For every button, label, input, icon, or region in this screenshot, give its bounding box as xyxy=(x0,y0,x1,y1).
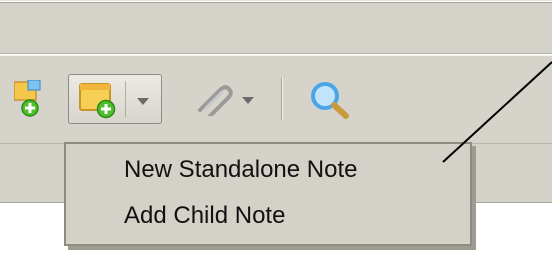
annotation-line xyxy=(442,61,552,163)
